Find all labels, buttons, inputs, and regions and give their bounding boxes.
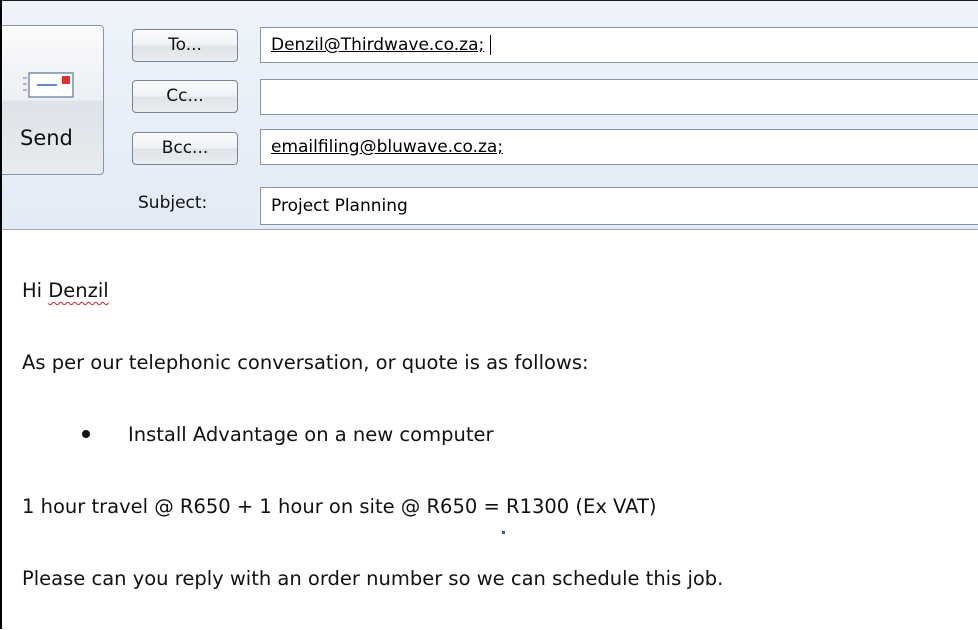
message-header: Send To... Cc... Bcc... Denzil@Thirdwave… — [2, 1, 978, 230]
greeting-line: Hi Denzil — [22, 279, 109, 302]
envelope-send-icon — [23, 72, 74, 98]
greeting-prefix: Hi — [22, 279, 49, 302]
bcc-field[interactable]: emailfiling@bluwave.co.za; — [260, 129, 978, 165]
intro-paragraph: As per our telephonic conversation, or q… — [22, 351, 589, 374]
pricing-paragraph: 1 hour travel @ R650 + 1 hour on site @ … — [22, 495, 657, 518]
request-paragraph: Please can you reply with an order numbe… — [22, 567, 724, 590]
compose-window: Send To... Cc... Bcc... Denzil@Thirdwave… — [0, 0, 978, 629]
cc-button[interactable]: Cc... — [132, 80, 238, 113]
bullet-item: Install Advantage on a new computer — [128, 423, 494, 446]
stray-mark — [502, 531, 505, 534]
subject-field[interactable]: Project Planning — [260, 187, 978, 225]
subject-label: Subject: — [138, 193, 208, 213]
to-button[interactable]: To... — [132, 29, 238, 62]
send-button[interactable]: Send — [2, 25, 104, 175]
greeting-name: Denzil — [48, 279, 109, 302]
bullet-list: Install Advantage on a new computer — [82, 423, 493, 446]
to-recipient[interactable]: Denzil@Thirdwave.co.za; — [271, 35, 484, 55]
text-caret — [490, 35, 492, 55]
cc-field[interactable] — [260, 79, 978, 115]
send-label: Send — [20, 126, 73, 150]
bcc-recipient[interactable]: emailfiling@bluwave.co.za; — [271, 137, 503, 157]
bcc-button[interactable]: Bcc... — [132, 132, 238, 165]
to-field[interactable]: Denzil@Thirdwave.co.za; — [260, 27, 978, 63]
bullet-icon — [82, 429, 90, 438]
subject-value: Project Planning — [271, 196, 408, 216]
